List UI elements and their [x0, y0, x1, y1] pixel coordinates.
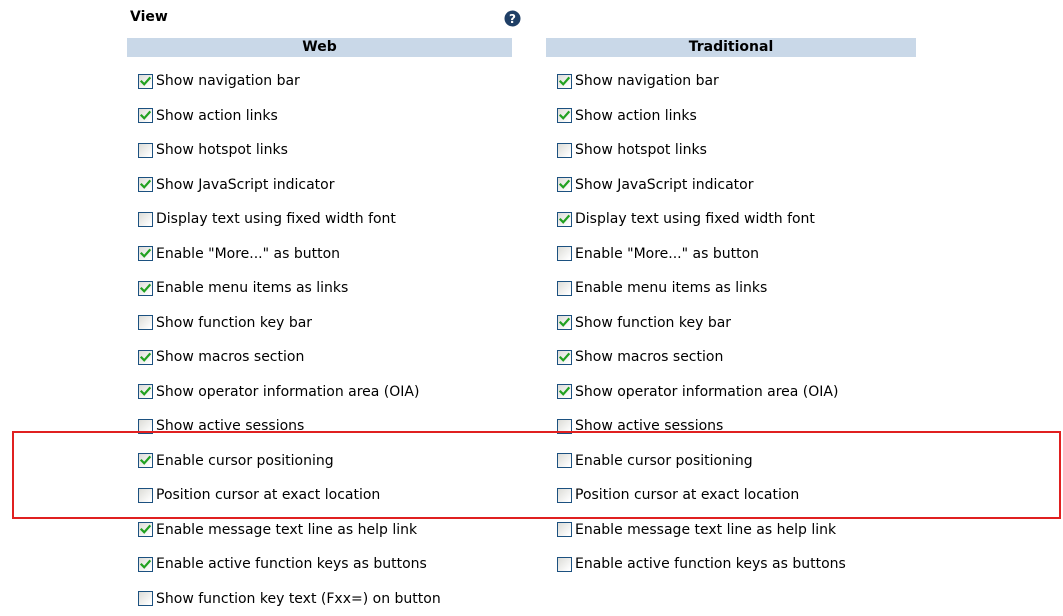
- web-option-enable-message-text-line-as-help-link[interactable]: Enable message text line as help link: [138, 513, 538, 548]
- web-option-show-action-links[interactable]: Show action links: [138, 99, 538, 134]
- traditional-column-header: Traditional: [546, 38, 916, 57]
- traditional-option-show-function-key-bar[interactable]: Show function key bar: [557, 306, 957, 341]
- option-label: Show navigation bar: [575, 73, 719, 89]
- svg-text:?: ?: [509, 12, 516, 26]
- option-label: Show JavaScript indicator: [575, 177, 753, 193]
- web-checkbox-show-action-links[interactable]: [138, 108, 153, 123]
- option-label: Show operator information area (OIA): [156, 384, 419, 400]
- traditional-checkbox-enable-more-as-button[interactable]: [557, 246, 572, 261]
- option-label: Show action links: [156, 108, 278, 124]
- option-label: Show navigation bar: [156, 73, 300, 89]
- web-option-show-navigation-bar[interactable]: Show navigation bar: [138, 64, 538, 99]
- option-label: Enable active function keys as buttons: [575, 556, 846, 572]
- option-label: Show action links: [575, 108, 697, 124]
- traditional-checkbox-show-javascript-indicator[interactable]: [557, 177, 572, 192]
- web-option-show-macros-section[interactable]: Show macros section: [138, 340, 538, 375]
- web-checkbox-show-function-key-bar[interactable]: [138, 315, 153, 330]
- traditional-option-enable-active-function-keys-as-buttons[interactable]: Enable active function keys as buttons: [557, 547, 957, 582]
- traditional-checkbox-enable-active-function-keys-as-buttons[interactable]: [557, 557, 572, 572]
- option-label: Show active sessions: [156, 418, 304, 434]
- traditional-checkbox-enable-cursor-positioning[interactable]: [557, 453, 572, 468]
- web-option-display-text-using-fixed-width-font[interactable]: Display text using fixed width font: [138, 202, 538, 237]
- option-label: Enable cursor positioning: [575, 453, 753, 469]
- option-label: Show function key text (Fxx=) on button: [156, 591, 441, 607]
- web-checkbox-position-cursor-at-exact-location[interactable]: [138, 488, 153, 503]
- traditional-option-show-action-links[interactable]: Show action links: [557, 99, 957, 134]
- option-label: Enable active function keys as buttons: [156, 556, 427, 572]
- web-checkbox-show-navigation-bar[interactable]: [138, 74, 153, 89]
- web-checkbox-enable-message-text-line-as-help-link[interactable]: [138, 522, 153, 537]
- option-label: Enable message text line as help link: [156, 522, 417, 538]
- traditional-checkbox-show-action-links[interactable]: [557, 108, 572, 123]
- traditional-option-enable-cursor-positioning[interactable]: Enable cursor positioning: [557, 444, 957, 479]
- option-label: Position cursor at exact location: [575, 487, 799, 503]
- web-option-enable-menu-items-as-links[interactable]: Enable menu items as links: [138, 271, 538, 306]
- view-title: View: [130, 7, 168, 27]
- traditional-checkbox-show-operator-information-area-oia[interactable]: [557, 384, 572, 399]
- web-option-show-javascript-indicator[interactable]: Show JavaScript indicator: [138, 168, 538, 203]
- web-option-position-cursor-at-exact-location[interactable]: Position cursor at exact location: [138, 478, 538, 513]
- web-checkbox-enable-cursor-positioning[interactable]: [138, 453, 153, 468]
- web-checkbox-enable-menu-items-as-links[interactable]: [138, 281, 153, 296]
- web-options-list: Show navigation bar Show action links Show…: [138, 64, 538, 616]
- web-option-show-active-sessions[interactable]: Show active sessions: [138, 409, 538, 444]
- traditional-checkbox-position-cursor-at-exact-location[interactable]: [557, 488, 572, 503]
- web-option-enable-active-function-keys-as-buttons[interactable]: Enable active function keys as buttons: [138, 547, 538, 582]
- web-checkbox-enable-active-function-keys-as-buttons[interactable]: [138, 557, 153, 572]
- traditional-option-enable-more-as-button[interactable]: Enable "More..." as button: [557, 237, 957, 272]
- option-label: Show active sessions: [575, 418, 723, 434]
- option-label: Show macros section: [575, 349, 723, 365]
- option-label: Position cursor at exact location: [156, 487, 380, 503]
- traditional-options-list: Show navigation bar Show action links Show…: [557, 64, 957, 582]
- web-checkbox-show-active-sessions[interactable]: [138, 419, 153, 434]
- option-label: Enable message text line as help link: [575, 522, 836, 538]
- traditional-checkbox-enable-menu-items-as-links[interactable]: [557, 281, 572, 296]
- traditional-option-show-javascript-indicator[interactable]: Show JavaScript indicator: [557, 168, 957, 203]
- traditional-checkbox-show-hotspot-links[interactable]: [557, 143, 572, 158]
- option-label: Show operator information area (OIA): [575, 384, 838, 400]
- option-label: Show function key bar: [156, 315, 312, 331]
- traditional-option-show-macros-section[interactable]: Show macros section: [557, 340, 957, 375]
- web-checkbox-show-function-key-text-fxx-on-button[interactable]: [138, 591, 153, 606]
- web-checkbox-show-macros-section[interactable]: [138, 350, 153, 365]
- web-option-show-operator-information-area-oia[interactable]: Show operator information area (OIA): [138, 375, 538, 410]
- traditional-option-show-hotspot-links[interactable]: Show hotspot links: [557, 133, 957, 168]
- traditional-option-show-navigation-bar[interactable]: Show navigation bar: [557, 64, 957, 99]
- option-label: Show function key bar: [575, 315, 731, 331]
- option-label: Display text using fixed width font: [156, 211, 396, 227]
- option-label: Display text using fixed width font: [575, 211, 815, 227]
- web-checkbox-show-hotspot-links[interactable]: [138, 143, 153, 158]
- web-checkbox-enable-more-as-button[interactable]: [138, 246, 153, 261]
- option-label: Show hotspot links: [575, 142, 707, 158]
- traditional-checkbox-show-active-sessions[interactable]: [557, 419, 572, 434]
- option-label: Show hotspot links: [156, 142, 288, 158]
- web-option-enable-more-as-button[interactable]: Enable "More..." as button: [138, 237, 538, 272]
- option-label: Enable menu items as links: [156, 280, 348, 296]
- traditional-option-show-operator-information-area-oia[interactable]: Show operator information area (OIA): [557, 375, 957, 410]
- traditional-checkbox-show-navigation-bar[interactable]: [557, 74, 572, 89]
- option-label: Enable cursor positioning: [156, 453, 334, 469]
- traditional-checkbox-show-macros-section[interactable]: [557, 350, 572, 365]
- web-option-show-function-key-bar[interactable]: Show function key bar: [138, 306, 538, 341]
- traditional-checkbox-enable-message-text-line-as-help-link[interactable]: [557, 522, 572, 537]
- option-label: Enable "More..." as button: [156, 246, 340, 262]
- option-label: Enable menu items as links: [575, 280, 767, 296]
- option-label: Enable "More..." as button: [575, 246, 759, 262]
- traditional-checkbox-display-text-using-fixed-width-font[interactable]: [557, 212, 572, 227]
- option-label: Show macros section: [156, 349, 304, 365]
- traditional-option-position-cursor-at-exact-location[interactable]: Position cursor at exact location: [557, 478, 957, 513]
- help-question-icon[interactable]: ?: [504, 10, 521, 27]
- traditional-option-enable-message-text-line-as-help-link[interactable]: Enable message text line as help link: [557, 513, 957, 548]
- traditional-option-show-active-sessions[interactable]: Show active sessions: [557, 409, 957, 444]
- web-option-show-hotspot-links[interactable]: Show hotspot links: [138, 133, 538, 168]
- option-label: Show JavaScript indicator: [156, 177, 334, 193]
- traditional-option-enable-menu-items-as-links[interactable]: Enable menu items as links: [557, 271, 957, 306]
- web-checkbox-show-operator-information-area-oia[interactable]: [138, 384, 153, 399]
- web-option-enable-cursor-positioning[interactable]: Enable cursor positioning: [138, 444, 538, 479]
- web-column-header: Web: [127, 38, 512, 57]
- web-checkbox-display-text-using-fixed-width-font[interactable]: [138, 212, 153, 227]
- traditional-checkbox-show-function-key-bar[interactable]: [557, 315, 572, 330]
- traditional-option-display-text-using-fixed-width-font[interactable]: Display text using fixed width font: [557, 202, 957, 237]
- web-checkbox-show-javascript-indicator[interactable]: [138, 177, 153, 192]
